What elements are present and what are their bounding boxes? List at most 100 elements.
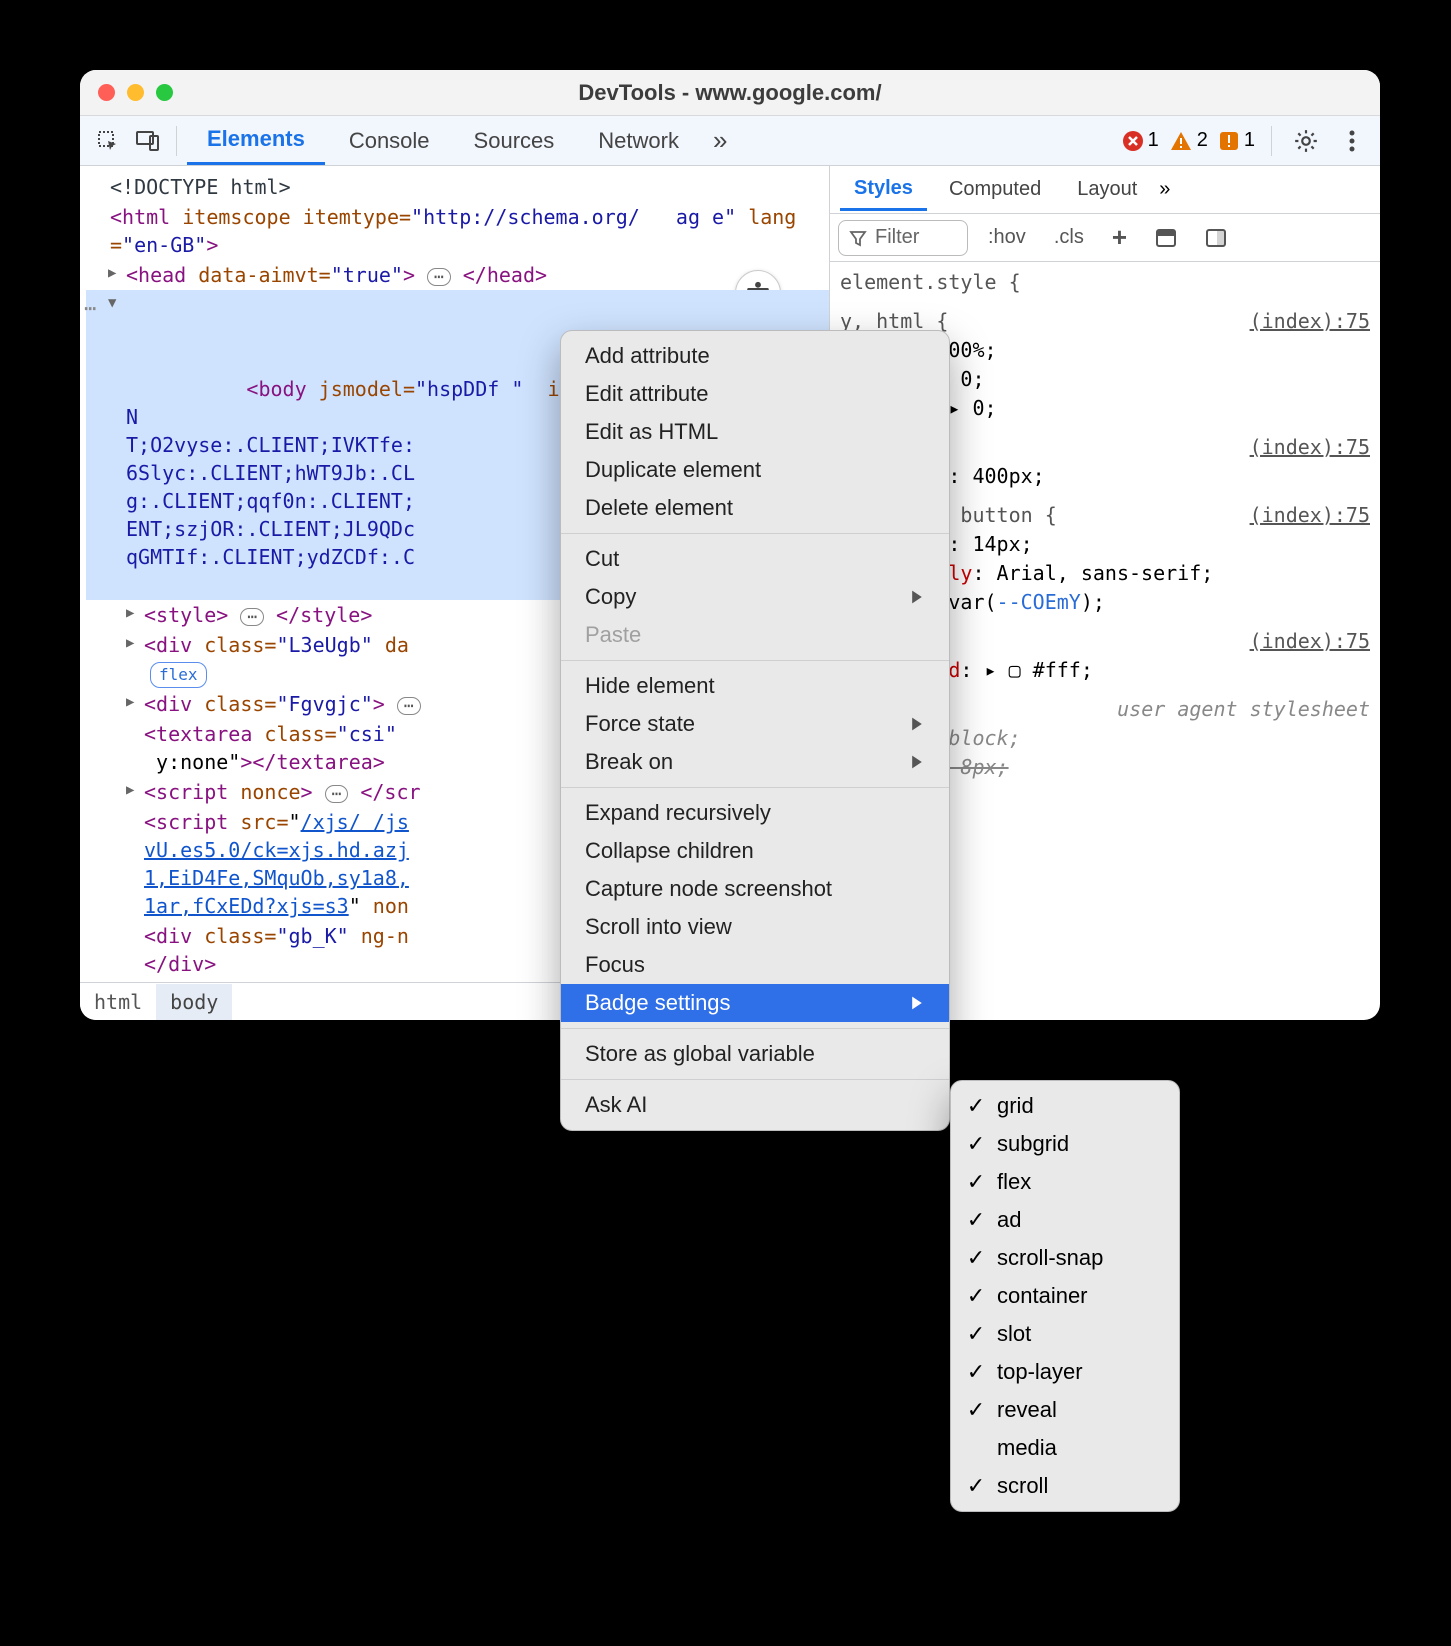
check-icon: ✓ xyxy=(965,1245,987,1271)
badge-subgrid[interactable]: ✓subgrid xyxy=(951,1125,1179,1163)
badge-grid[interactable]: ✓grid xyxy=(951,1087,1179,1125)
warning-count[interactable]: 2 xyxy=(1169,129,1208,152)
ctx-paste: Paste xyxy=(561,616,949,654)
cls-button[interactable]: .cls xyxy=(1046,222,1092,253)
check-icon: ✓ xyxy=(965,1283,987,1309)
gear-icon[interactable] xyxy=(1288,123,1324,159)
badge-container[interactable]: ✓container xyxy=(951,1277,1179,1315)
tab-sources[interactable]: Sources xyxy=(454,118,575,164)
tab-network[interactable]: Network xyxy=(578,118,699,164)
badge-slot[interactable]: ✓slot xyxy=(951,1315,1179,1353)
ctx-cut[interactable]: Cut xyxy=(561,540,949,578)
warning-icon xyxy=(1169,130,1193,152)
dom-doctype[interactable]: <!DOCTYPE html> xyxy=(86,172,829,202)
badge-top-layer[interactable]: ✓top-layer xyxy=(951,1353,1179,1391)
ctx-scroll-into-view[interactable]: Scroll into view xyxy=(561,908,949,946)
ctx-ask-ai[interactable]: Ask AI xyxy=(561,1086,949,1124)
issue-icon xyxy=(1218,130,1240,152)
error-count[interactable]: 1 xyxy=(1122,129,1159,152)
window-title: DevTools - www.google.com/ xyxy=(80,80,1380,106)
ctx-badge-settings[interactable]: Badge settings xyxy=(561,984,949,1022)
hov-button[interactable]: :hov xyxy=(980,222,1034,253)
badge-reveal[interactable]: ✓reveal xyxy=(951,1391,1179,1429)
error-count-value: 1 xyxy=(1148,129,1159,152)
issue-count[interactable]: 1 xyxy=(1218,129,1255,152)
check-icon: ✓ xyxy=(965,1321,987,1347)
maximize-window-button[interactable] xyxy=(156,84,173,101)
divider xyxy=(1271,126,1272,156)
window-controls xyxy=(98,84,173,101)
warning-count-value: 2 xyxy=(1197,129,1208,152)
chevron-right-icon xyxy=(909,716,925,732)
close-window-button[interactable] xyxy=(98,84,115,101)
dom-head[interactable]: ▶<head data-aimvt="true"> ⋯ </head> xyxy=(86,260,829,290)
tab-elements[interactable]: Elements xyxy=(187,116,325,165)
badge-scroll-snap[interactable]: ✓scroll-snap xyxy=(951,1239,1179,1277)
inspect-icon[interactable] xyxy=(90,123,126,159)
origin-link[interactable]: (index):75 xyxy=(1250,501,1370,530)
computed-sidebar-icon[interactable] xyxy=(1147,223,1185,253)
ctx-edit-as-html[interactable]: Edit as HTML xyxy=(561,413,949,451)
divider xyxy=(561,1028,949,1029)
more-tabs-icon[interactable]: » xyxy=(703,125,737,156)
ctx-store-variable[interactable]: Store as global variable xyxy=(561,1035,949,1073)
chevron-right-icon xyxy=(909,589,925,605)
tab-computed[interactable]: Computed xyxy=(935,170,1055,209)
user-agent-label: user agent stylesheet xyxy=(1117,695,1370,724)
filter-placeholder: Filter xyxy=(875,226,919,249)
origin-link[interactable]: (index):75 xyxy=(1250,307,1370,336)
minimize-window-button[interactable] xyxy=(127,84,144,101)
ctx-collapse-children[interactable]: Collapse children xyxy=(561,832,949,870)
badge-scroll[interactable]: ✓scroll xyxy=(951,1467,1179,1505)
check-icon: ✓ xyxy=(965,1359,987,1385)
flex-badge[interactable]: flex xyxy=(150,662,207,688)
ctx-add-attribute[interactable]: Add attribute xyxy=(561,337,949,375)
ctx-capture-screenshot[interactable]: Capture node screenshot xyxy=(561,870,949,908)
crumb-html[interactable]: html xyxy=(80,984,156,1020)
ctx-duplicate-element[interactable]: Duplicate element xyxy=(561,451,949,489)
filter-input[interactable]: Filter xyxy=(838,220,968,256)
tab-styles[interactable]: Styles xyxy=(840,169,927,211)
divider xyxy=(561,787,949,788)
toggle-sidebar-icon[interactable] xyxy=(1197,223,1235,253)
ctx-expand-recursively[interactable]: Expand recursively xyxy=(561,794,949,832)
origin-link[interactable]: (index):75 xyxy=(1250,627,1370,656)
tab-console[interactable]: Console xyxy=(329,118,450,164)
dom-html-open[interactable]: <html itemscope itemtype="http://schema.… xyxy=(86,202,829,260)
ctx-force-state[interactable]: Force state xyxy=(561,705,949,743)
more-menu-icon[interactable] xyxy=(1334,123,1370,159)
ctx-copy[interactable]: Copy xyxy=(561,578,949,616)
check-icon: ✓ xyxy=(965,1131,987,1157)
titlebar: DevTools - www.google.com/ xyxy=(80,70,1380,116)
more-styles-tabs-icon[interactable]: » xyxy=(1159,178,1170,201)
rule-element-style[interactable]: element.style { xyxy=(840,268,1370,297)
tab-layout[interactable]: Layout xyxy=(1063,170,1151,209)
divider xyxy=(561,660,949,661)
chevron-right-icon xyxy=(909,754,925,770)
crumb-body[interactable]: body xyxy=(156,984,232,1020)
badge-settings-submenu: ✓grid ✓subgrid ✓flex ✓ad ✓scroll-snap ✓c… xyxy=(950,1080,1180,1512)
divider xyxy=(561,533,949,534)
error-icon xyxy=(1122,130,1144,152)
styles-toolbar: Filter :hov .cls + xyxy=(830,214,1380,262)
ctx-hide-element[interactable]: Hide element xyxy=(561,667,949,705)
ctx-delete-element[interactable]: Delete element xyxy=(561,489,949,527)
ctx-break-on[interactable]: Break on xyxy=(561,743,949,781)
check-icon: ✓ xyxy=(965,1169,987,1195)
main-tabbar: Elements Console Sources Network » 1 2 1 xyxy=(80,116,1380,166)
ctx-focus[interactable]: Focus xyxy=(561,946,949,984)
styles-tabs: Styles Computed Layout » xyxy=(830,166,1380,214)
origin-link[interactable]: (index):75 xyxy=(1250,433,1370,462)
badge-flex[interactable]: ✓flex xyxy=(951,1163,1179,1201)
ctx-edit-attribute[interactable]: Edit attribute xyxy=(561,375,949,413)
context-menu: Add attribute Edit attribute Edit as HTM… xyxy=(560,330,950,1131)
badge-ad[interactable]: ✓ad xyxy=(951,1201,1179,1239)
device-toolbar-icon[interactable] xyxy=(130,123,166,159)
badge-media[interactable]: media xyxy=(951,1429,1179,1467)
check-icon: ✓ xyxy=(965,1093,987,1119)
check-icon: ✓ xyxy=(965,1207,987,1233)
new-rule-icon[interactable]: + xyxy=(1104,218,1135,257)
divider xyxy=(561,1079,949,1080)
check-icon: ✓ xyxy=(965,1473,987,1499)
check-icon: ✓ xyxy=(965,1397,987,1423)
